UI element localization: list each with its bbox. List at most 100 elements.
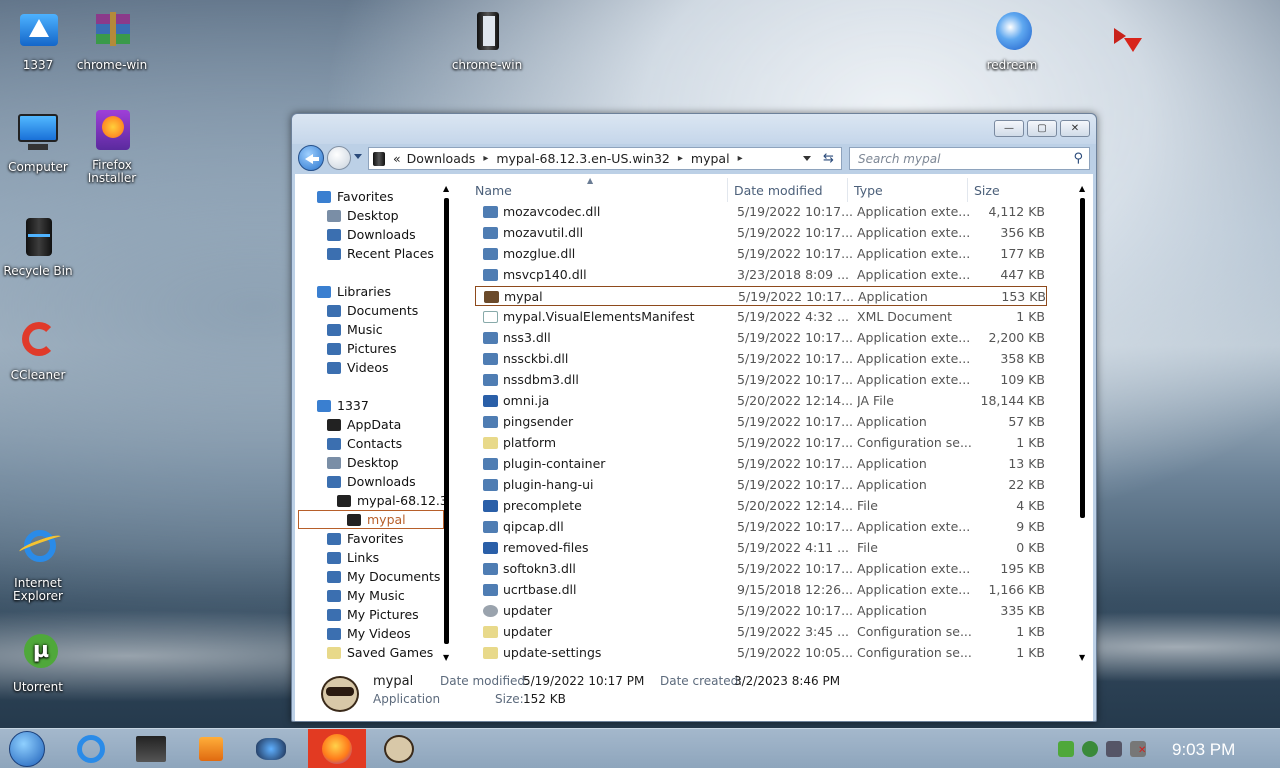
taskbar-firefox-active[interactable] [308, 729, 366, 768]
file-row[interactable]: msvcp140.dll 3/23/2018 8:09 ... Applicatio… [475, 265, 1047, 285]
taskbar-internet-explorer[interactable] [64, 731, 118, 767]
nav-libraries[interactable]: Libraries [317, 282, 391, 301]
taskbar-clock[interactable]: 9:03 PM [1172, 740, 1235, 760]
start-button[interactable] [2, 731, 52, 767]
nav-favorites[interactable]: Favorites [317, 187, 393, 206]
desktop-icon-firefox-installer[interactable]: Firefox Installer [74, 110, 150, 185]
file-row[interactable]: mozavutil.dll 5/19/2022 10:17... Applicati… [475, 223, 1047, 243]
nav-favorites-recent-places[interactable]: Recent Places [327, 244, 434, 263]
file-row[interactable]: update-settings 5/19/2022 10:05... Configu… [475, 643, 1047, 663]
address-dropdown-icon[interactable] [803, 156, 811, 161]
window-titlebar[interactable]: — ▢ ✕ [292, 114, 1096, 144]
file-row[interactable]: pingsender 5/19/2022 10:17... Application 5… [475, 412, 1047, 432]
nav-user-links[interactable]: Links [327, 548, 379, 567]
file-row[interactable]: nssdbm3.dll 5/19/2022 10:17... Application… [475, 370, 1047, 390]
file-list-scrollbar[interactable]: ▲ ▼ [1079, 184, 1087, 662]
close-button[interactable]: ✕ [1060, 120, 1090, 137]
file-row[interactable]: plugin-container 5/19/2022 10:17... Applic… [475, 454, 1047, 474]
file-row[interactable]: platform 5/19/2022 10:17... Configuration … [475, 433, 1047, 453]
nav-pane-scrollbar[interactable]: ▲ ▼ [443, 184, 451, 662]
breadcrumb-mypal-win32[interactable]: mypal-68.12.3.en-US.win32 [496, 151, 670, 166]
file-row[interactable]: mypal 5/19/2022 10:17... Application 153 KB [475, 286, 1047, 306]
breadcrumb-mypal[interactable]: mypal [691, 151, 730, 166]
desktop-icon-computer[interactable]: Computer [0, 112, 76, 174]
file-row[interactable]: removed-files 5/19/2022 4:11 ... File 0 KB [475, 538, 1047, 558]
file-row[interactable]: qipcap.dll 5/19/2022 10:17... Application … [475, 517, 1047, 537]
nav-favorites-desktop[interactable]: Desktop [327, 206, 399, 225]
desktop-icon-recycle-bin[interactable]: Recycle Bin [0, 216, 76, 278]
nav-user-favorites[interactable]: Favorites [327, 529, 403, 548]
desktop-icon-chrome-win-archive[interactable]: chrome-win [74, 10, 150, 72]
file-row[interactable]: precomplete 5/20/2022 12:14... File 4 KB [475, 496, 1047, 516]
nav-user-appdata[interactable]: AppData [327, 415, 401, 434]
nav-user-my-videos[interactable]: My Videos [327, 624, 411, 643]
file-row[interactable]: softokn3.dll 5/19/2022 10:17... Applicatio… [475, 559, 1047, 579]
desktop-icon-chrome-win[interactable]: chrome-win [449, 10, 525, 72]
nav-user-desktop[interactable]: Desktop [327, 453, 399, 472]
security-tray-icon[interactable] [1082, 741, 1098, 757]
utorrent-tray-icon[interactable] [1058, 741, 1074, 757]
column-header-date-modified[interactable]: Date modified [727, 178, 847, 202]
desktop-icon-ccleaner[interactable]: CCleaner [0, 320, 76, 382]
taskbar-dark-app[interactable] [124, 731, 178, 767]
maximize-button[interactable]: ▢ [1027, 120, 1057, 137]
column-header-type[interactable]: Type [847, 178, 967, 202]
nav-user-downloads[interactable]: Downloads [327, 472, 416, 491]
nav-libraries-videos[interactable]: Videos [327, 358, 389, 377]
file-row[interactable]: mypal.VisualElementsManifest 5/19/2022 4:… [475, 307, 1047, 327]
nav-user-1337[interactable]: 1337 [317, 396, 369, 415]
nav-user-my-documents[interactable]: My Documents [327, 567, 440, 586]
desktop-icon-redream[interactable]: redream [974, 10, 1050, 72]
breadcrumb-separator-icon[interactable]: ▸ [738, 153, 743, 164]
minimize-button[interactable]: — [994, 120, 1024, 137]
nav-mypal-selected[interactable]: mypal [298, 510, 444, 529]
column-header-size[interactable]: Size [967, 178, 1043, 202]
taskbar-mypal[interactable] [372, 731, 426, 767]
column-header-name[interactable]: Name ▲ [461, 176, 727, 202]
scroll-up-icon[interactable]: ▲ [1079, 184, 1085, 193]
nav-user-contacts[interactable]: Contacts [327, 434, 402, 453]
breadcrumb-separator-icon[interactable]: ▸ [483, 153, 488, 164]
recent-pages-dropdown-icon[interactable] [354, 154, 362, 159]
nav-favorites-downloads[interactable]: Downloads [327, 225, 416, 244]
breadcrumb-downloads[interactable]: Downloads [407, 151, 476, 166]
desktop-icon-internet-explorer[interactable]: Internet Explorer [0, 528, 76, 603]
nav-user-my-pictures[interactable]: My Pictures [327, 605, 419, 624]
file-row[interactable]: nss3.dll 5/19/2022 10:17... Application ex… [475, 328, 1047, 348]
scroll-up-icon[interactable]: ▲ [443, 184, 449, 193]
scrollbar-thumb[interactable] [444, 198, 449, 644]
search-input[interactable]: Search mypal ⚲ [849, 147, 1090, 170]
file-row[interactable]: omni.ja 5/20/2022 12:14... JA File 18,144 K… [475, 391, 1047, 411]
scroll-down-icon[interactable]: ▼ [443, 653, 449, 662]
desktop-icon-utorrent[interactable]: µ Utorrent [0, 632, 76, 694]
volume-muted-tray-icon[interactable]: ✕ [1130, 741, 1146, 757]
nav-libraries-music[interactable]: Music [327, 320, 383, 339]
scroll-down-icon[interactable]: ▼ [1079, 653, 1085, 662]
scrollbar-thumb[interactable] [1080, 198, 1085, 518]
explorer-content: Favorites Desktop Downloads Recent Place… [295, 174, 1093, 721]
network-tray-icon[interactable] [1106, 741, 1122, 757]
refresh-button[interactable]: ⇆ [819, 149, 841, 168]
nav-libraries-pictures[interactable]: Pictures [327, 339, 397, 358]
desktop-icon-1337[interactable]: 1337 [0, 10, 76, 72]
breadcrumb-separator-icon[interactable]: ▸ [678, 153, 683, 164]
taskbar-game-app[interactable] [244, 731, 298, 767]
forward-button[interactable] [327, 146, 351, 170]
file-row[interactable]: updater 5/19/2022 3:45 ... Configuration s… [475, 622, 1047, 642]
column-label: Type [854, 182, 883, 198]
taskbar-media-player[interactable] [184, 731, 238, 767]
file-row[interactable]: mozavcodec.dll 5/19/2022 10:17... Applicat… [475, 202, 1047, 222]
address-bar[interactable]: « Downloads ▸ mypal-68.12.3.en-US.win32 … [368, 147, 842, 170]
file-row[interactable]: plugin-hang-ui 5/19/2022 10:17... Applicat… [475, 475, 1047, 495]
breadcrumb-overflow[interactable]: « [393, 151, 401, 166]
nav-user-my-music[interactable]: My Music [327, 586, 405, 605]
nav-mypal-win32[interactable]: mypal-68.12.3 [337, 491, 448, 510]
nav-libraries-documents[interactable]: Documents [327, 301, 418, 320]
back-button[interactable] [298, 145, 324, 171]
file-row[interactable]: updater 5/19/2022 10:17... Application 335 … [475, 601, 1047, 621]
file-row[interactable]: ucrtbase.dll 9/15/2018 12:26... Applicatio… [475, 580, 1047, 600]
search-icon[interactable]: ⚲ [1073, 151, 1083, 166]
file-row[interactable]: mozglue.dll 5/19/2022 10:17... Application… [475, 244, 1047, 264]
nav-user-saved-games[interactable]: Saved Games [327, 643, 433, 662]
file-row[interactable]: nssckbi.dll 5/19/2022 10:17... Application… [475, 349, 1047, 369]
